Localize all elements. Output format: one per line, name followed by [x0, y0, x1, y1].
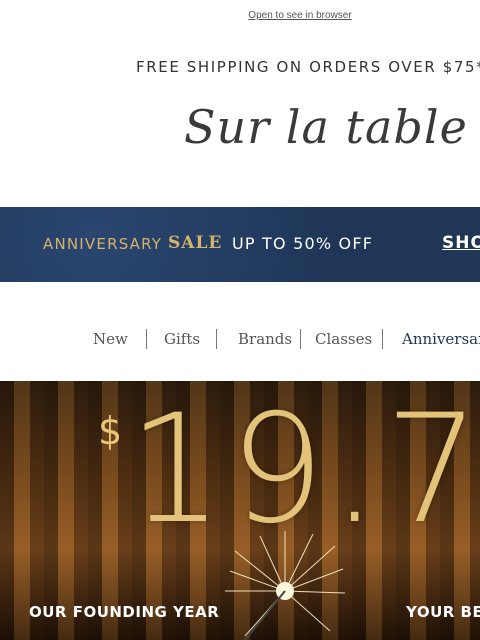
open-in-browser-link[interactable]: Open to see in browser — [0, 10, 480, 21]
nav-item-anniversary[interactable]: Anniversar — [402, 330, 480, 348]
nav-item-gifts[interactable]: Gifts — [164, 330, 200, 348]
promo-sale-label: SALE — [168, 233, 223, 253]
hero-anniversary-image[interactable]: $ 19.72 OUR FOUNDING YEAR YOUR BE — [0, 381, 480, 640]
anniversary-sale-banner[interactable]: ANNIVERSARY SALE UP TO 50% OFF SHO — [0, 207, 480, 282]
nav-item-brands[interactable]: Brands — [238, 330, 292, 348]
shop-now-link[interactable]: SHO — [442, 233, 480, 253]
sparkler-icon — [225, 531, 345, 640]
sur-la-table-logo[interactable]: Sur la table — [184, 100, 468, 154]
promo-anniversary-label: ANNIVERSARY — [43, 235, 163, 253]
category-nav: New Gifts Brands Classes Anniversar — [0, 326, 480, 354]
free-shipping-notice: FREE SHIPPING ON ORDERS OVER $75* — [136, 58, 480, 76]
nav-divider — [216, 329, 217, 349]
nav-divider — [146, 329, 147, 349]
hero-dollar-sign: $ — [98, 409, 123, 453]
promo-offer-text: UP TO 50% OFF — [232, 234, 374, 253]
nav-divider — [382, 329, 383, 349]
hero-caption-founding-year: OUR FOUNDING YEAR — [29, 603, 220, 621]
nav-item-classes[interactable]: Classes — [315, 330, 372, 348]
hero-price: 19.72 — [128, 383, 480, 557]
nav-item-new[interactable]: New — [93, 330, 128, 348]
nav-divider — [300, 329, 301, 349]
hero-caption-right: YOUR BE — [406, 603, 480, 621]
